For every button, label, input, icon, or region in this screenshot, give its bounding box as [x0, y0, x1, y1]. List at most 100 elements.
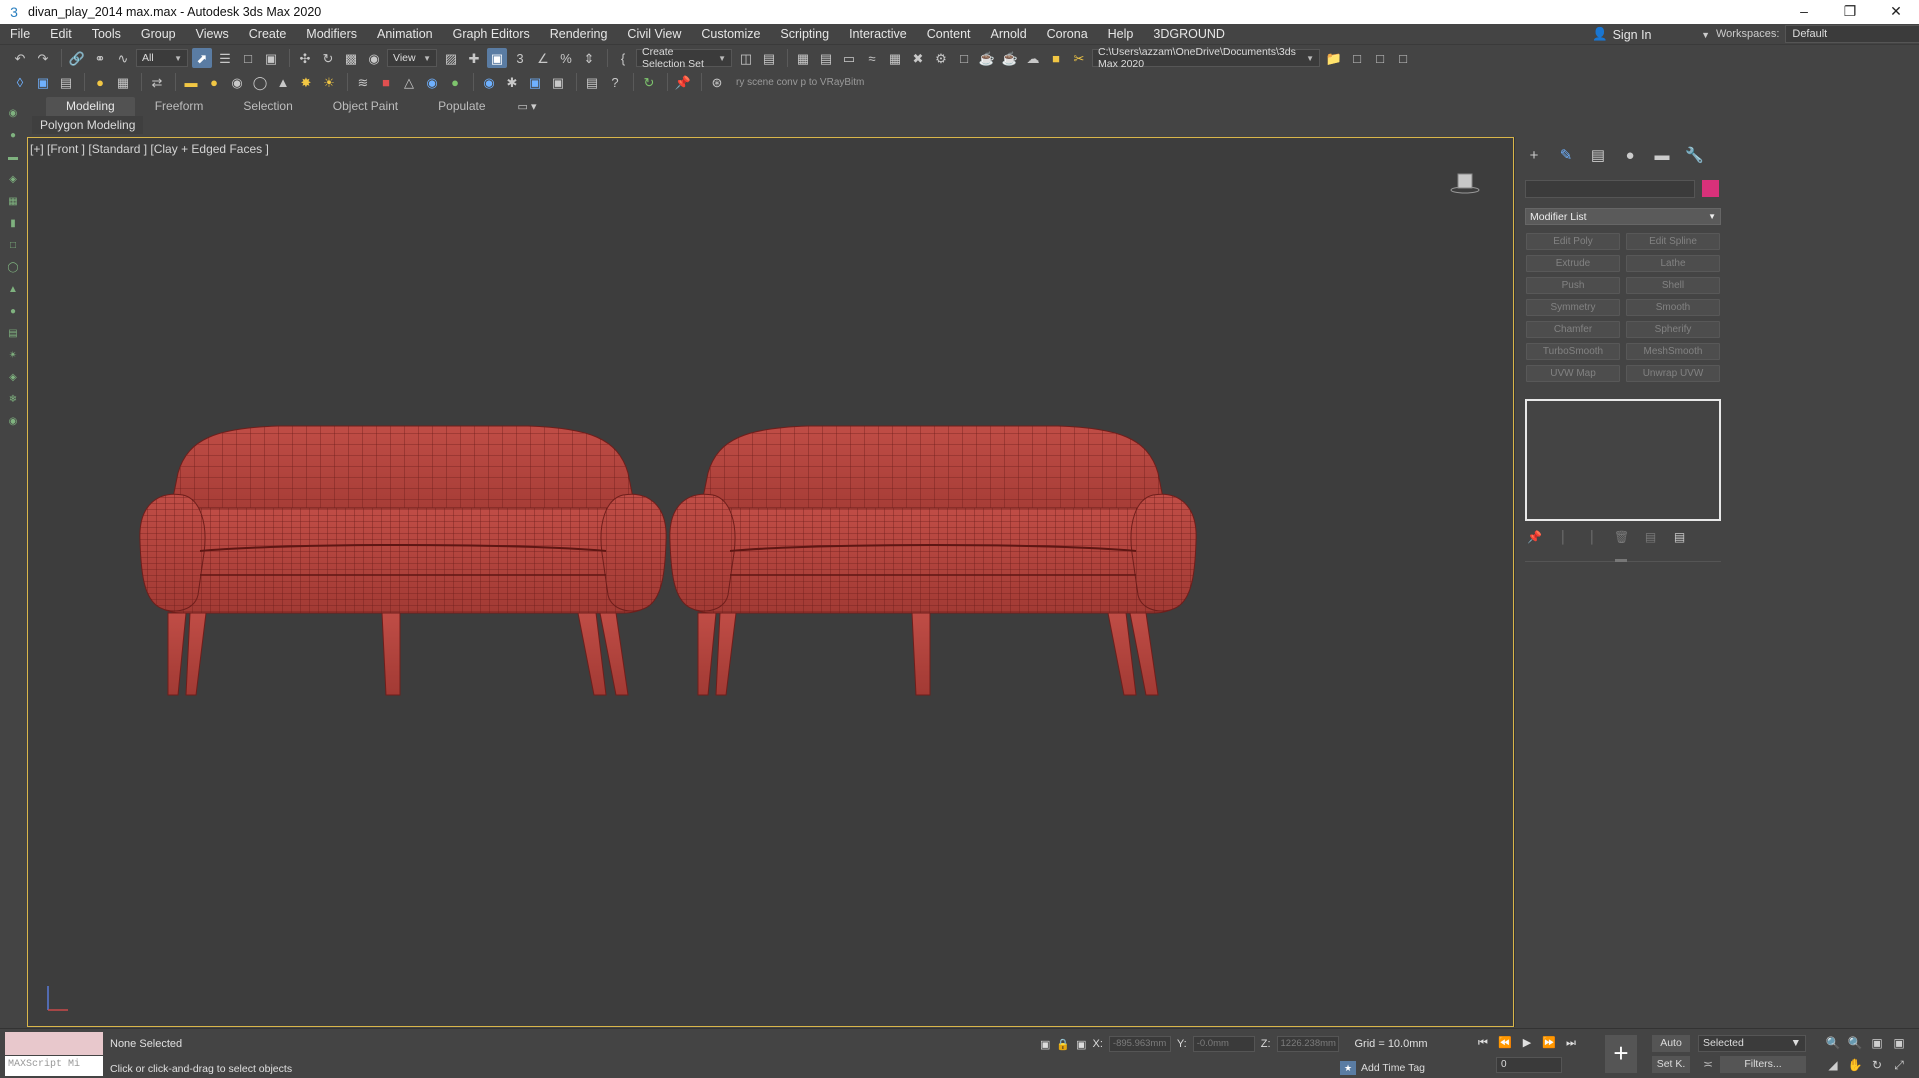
- absolute-mode-icon[interactable]: ▣: [1076, 1038, 1086, 1051]
- menu-edit[interactable]: Edit: [40, 27, 82, 41]
- plugin-tool-icon[interactable]: ⇄: [147, 72, 167, 92]
- menu-help[interactable]: Help: [1098, 27, 1144, 41]
- hidden-filter-icon[interactable]: ◉: [6, 415, 20, 429]
- light-icon[interactable]: ✸: [296, 72, 316, 92]
- plugin-tool-icon[interactable]: ≋: [353, 72, 373, 92]
- viewcube-icon[interactable]: [1450, 170, 1480, 196]
- groups-filter-icon[interactable]: ▲: [6, 283, 20, 297]
- move-icon[interactable]: ✣: [295, 48, 315, 68]
- tab-freeform[interactable]: Freeform: [135, 97, 224, 116]
- plugin-tool-icon[interactable]: ▦: [113, 72, 133, 92]
- viewport-front[interactable]: [+] [Front ] [Standard ] [Clay + Edged F…: [27, 137, 1514, 1027]
- xrefs-filter-icon[interactable]: ▤: [6, 327, 20, 341]
- display-icon[interactable]: ▬: [1653, 147, 1671, 165]
- zoom-extents-all-icon[interactable]: ▣: [1890, 1035, 1908, 1051]
- angle-snap-icon[interactable]: ∠: [533, 48, 553, 68]
- project-path-dropdown[interactable]: C:\Users\azzam\OneDrive\Documents\3ds Ma…: [1092, 46, 1320, 70]
- menu-create[interactable]: Create: [239, 27, 297, 41]
- plugin-tool-icon[interactable]: ▤: [56, 72, 76, 92]
- modifier-stack[interactable]: [1525, 399, 1721, 521]
- lights-filter-icon[interactable]: ▦: [6, 195, 20, 209]
- polygon-modeling-panel[interactable]: Polygon Modeling: [32, 116, 144, 134]
- layer-explorer-icon[interactable]: ▤: [816, 48, 836, 68]
- scale-icon[interactable]: ▩: [341, 48, 361, 68]
- undo-icon[interactable]: ↶: [10, 48, 30, 68]
- pin-icon[interactable]: 📌: [673, 72, 693, 92]
- plugin-tool-icon[interactable]: ■: [376, 72, 396, 92]
- plugin-tool-icon[interactable]: ●: [90, 72, 110, 92]
- close-icon[interactable]: ✕: [1873, 0, 1919, 24]
- unlink-icon[interactable]: ⚭: [90, 48, 110, 68]
- help-icon[interactable]: ?: [605, 72, 625, 92]
- zoom-icon[interactable]: 🔍: [1824, 1035, 1842, 1051]
- sofa-right[interactable]: [668, 425, 1198, 696]
- menu-graph-editors[interactable]: Graph Editors: [443, 27, 540, 41]
- spherify-button[interactable]: Spherify: [1626, 321, 1720, 338]
- window-crossing-icon[interactable]: ▣: [261, 48, 281, 68]
- cameras-filter-icon[interactable]: ▮: [6, 217, 20, 231]
- workspace-dropdown[interactable]: Default ▼: [1785, 25, 1919, 43]
- sun-icon[interactable]: ☀: [319, 72, 339, 92]
- helpers-filter-icon[interactable]: □: [6, 239, 20, 253]
- turbosmooth-button[interactable]: TurboSmooth: [1526, 343, 1620, 360]
- menu-interactive[interactable]: Interactive: [839, 27, 917, 41]
- menu-customize[interactable]: Customize: [691, 27, 770, 41]
- isolate-selection-icon[interactable]: ▣: [1040, 1038, 1050, 1051]
- project-create-icon[interactable]: □: [1347, 48, 1367, 68]
- scene-explorer-icon[interactable]: ▦: [793, 48, 813, 68]
- project-open-icon[interactable]: □: [1370, 48, 1390, 68]
- render-iterative-icon[interactable]: ☕: [1000, 48, 1020, 68]
- add-time-tag[interactable]: ★ Add Time Tag: [1340, 1061, 1425, 1075]
- spinner-snap-icon[interactable]: ⇕: [579, 48, 599, 68]
- plugin-tool-icon[interactable]: ◊: [10, 72, 30, 92]
- remove-modifier-icon[interactable]: 🗑: [1614, 530, 1629, 545]
- named-selection-set-dropdown[interactable]: Create Selection Set ▼: [636, 46, 732, 70]
- smooth-button[interactable]: Smooth: [1626, 299, 1720, 316]
- mirror-icon[interactable]: ◫: [736, 48, 756, 68]
- maxscript-listener-output[interactable]: [5, 1032, 103, 1055]
- shell-button[interactable]: Shell: [1626, 277, 1720, 294]
- configure-modifier-sets-icon[interactable]: ▤: [1672, 530, 1687, 545]
- shapes-filter-icon[interactable]: ◈: [6, 173, 20, 187]
- select-by-name-icon[interactable]: ☰: [215, 48, 235, 68]
- tab-modeling[interactable]: Modeling: [46, 97, 135, 116]
- field-of-view-icon[interactable]: ◢: [1824, 1057, 1842, 1073]
- maxscript-mini-listener[interactable]: MAXScript Mi: [5, 1056, 103, 1076]
- render-production-icon[interactable]: ☕: [977, 48, 997, 68]
- select-manipulate-icon[interactable]: ✚: [464, 48, 484, 68]
- reference-coordinate-dropdown[interactable]: View ▼: [387, 49, 437, 67]
- menu-rendering[interactable]: Rendering: [540, 27, 618, 41]
- menu-views[interactable]: Views: [186, 27, 239, 41]
- play-icon[interactable]: ▶: [1519, 1035, 1535, 1051]
- menu-group[interactable]: Group: [131, 27, 186, 41]
- menu-arnold[interactable]: Arnold: [981, 27, 1037, 41]
- push-button[interactable]: Push: [1526, 277, 1620, 294]
- show-end-result-icon[interactable]: │: [1556, 530, 1571, 545]
- sign-in-button[interactable]: 👤 Sign In ▼: [1592, 25, 1710, 44]
- selection-filter-dropdown[interactable]: All ▼: [136, 49, 188, 67]
- selection-lock-icon[interactable]: 🔒: [1056, 1038, 1070, 1051]
- project-close-icon[interactable]: □: [1393, 48, 1413, 68]
- restore-icon[interactable]: ❐: [1827, 0, 1873, 24]
- utilities-icon[interactable]: 🔧: [1685, 147, 1704, 165]
- object-name-field[interactable]: [1525, 180, 1695, 198]
- menu-scripting[interactable]: Scripting: [770, 27, 839, 41]
- render-in-cloud-icon[interactable]: ☁: [1023, 48, 1043, 68]
- sofa-left[interactable]: [138, 425, 668, 696]
- zoom-extents-icon[interactable]: ▣: [1868, 1035, 1886, 1051]
- rendered-frame-window-icon[interactable]: □: [954, 48, 974, 68]
- edit-spline-button[interactable]: Edit Spline: [1626, 233, 1720, 250]
- select-object-icon[interactable]: ⬈: [192, 48, 212, 68]
- project-folder-icon[interactable]: 📁: [1324, 48, 1344, 68]
- scissors-icon[interactable]: ✂: [1069, 48, 1089, 68]
- spacewarps-filter-icon[interactable]: ◯: [6, 261, 20, 275]
- edit-poly-button[interactable]: Edit Poly: [1526, 233, 1620, 250]
- toggle-ribbon-icon[interactable]: ▭: [839, 48, 859, 68]
- set-key-big-icon[interactable]: +: [1605, 1035, 1637, 1073]
- current-frame-field[interactable]: 0: [1496, 1057, 1562, 1073]
- set-key-button[interactable]: Set K.: [1652, 1056, 1690, 1073]
- rotate-icon[interactable]: ↻: [318, 48, 338, 68]
- previous-frame-icon[interactable]: ⏪: [1497, 1035, 1513, 1051]
- schematic-view-icon[interactable]: ▦: [885, 48, 905, 68]
- create-icon[interactable]: +: [1525, 147, 1543, 165]
